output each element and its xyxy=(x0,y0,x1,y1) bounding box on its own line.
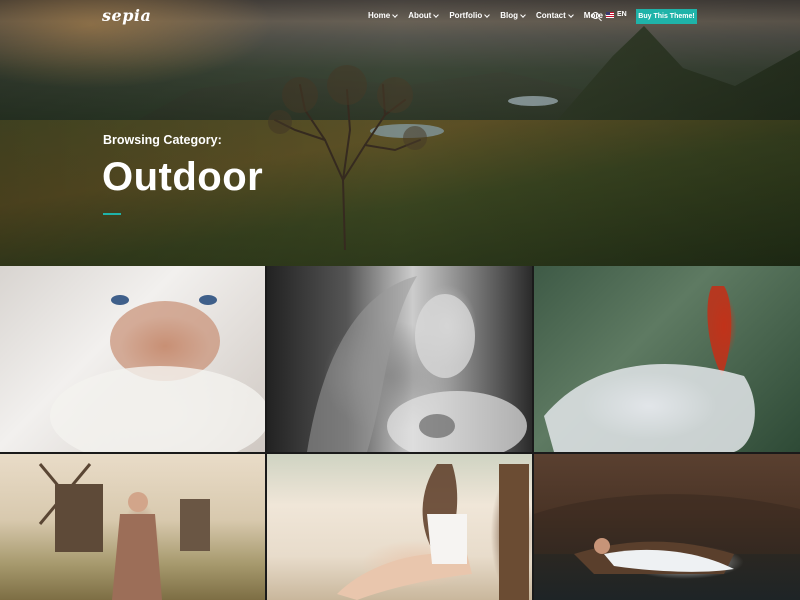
nav-item-contact[interactable]: Contact xyxy=(536,11,574,20)
portfolio-item-red-hair[interactable] xyxy=(534,266,800,452)
portrait-photo xyxy=(307,276,527,452)
portrait-photo xyxy=(50,295,265,452)
nav-item-home[interactable]: Home xyxy=(368,11,399,20)
title-accent-divider xyxy=(103,213,121,215)
nav-item-label: About xyxy=(408,11,432,20)
nav-item-label: Blog xyxy=(500,11,519,20)
language-label: EN xyxy=(617,11,627,18)
category-subtitle: Browsing Category: xyxy=(103,133,222,147)
portrait-photo xyxy=(38,463,210,600)
portfolio-item-water[interactable] xyxy=(534,454,800,600)
portfolio-item-old-man[interactable] xyxy=(0,266,265,452)
chevron-down-icon xyxy=(433,11,440,18)
language-switcher[interactable]: EN xyxy=(606,11,627,18)
portrait-photo xyxy=(544,286,755,452)
nav-item-label: Contact xyxy=(536,11,566,20)
nav-item-label: Home xyxy=(368,11,391,20)
main-nav: Home About Portfolio Blog Contact More xyxy=(368,11,621,20)
portrait-photo xyxy=(337,464,529,600)
portfolio-item-windmill[interactable] xyxy=(0,454,265,600)
hero-banner: sepia Home About Portfolio Blog Contact … xyxy=(0,0,800,266)
portfolio-grid xyxy=(0,266,800,600)
chevron-down-icon xyxy=(567,11,574,18)
nav-item-label: Portfolio xyxy=(449,11,483,20)
search-icon[interactable] xyxy=(592,12,599,19)
nav-item-blog[interactable]: Blog xyxy=(500,11,526,20)
site-logo[interactable]: sepia xyxy=(102,6,151,25)
site-header: sepia Home About Portfolio Blog Contact … xyxy=(0,0,800,34)
flag-us-icon xyxy=(606,11,614,18)
portfolio-item-beach[interactable] xyxy=(267,454,532,600)
page-title: Outdoor xyxy=(102,155,264,199)
chevron-down-icon xyxy=(520,11,526,18)
portrait-photo xyxy=(534,494,800,574)
buy-theme-button[interactable]: Buy This Theme! xyxy=(636,9,697,24)
chevron-down-icon xyxy=(484,11,491,18)
portfolio-item-bw-portrait[interactable] xyxy=(267,266,532,452)
nav-item-portfolio[interactable]: Portfolio xyxy=(449,11,491,20)
chevron-down-icon xyxy=(392,11,399,18)
nav-item-about[interactable]: About xyxy=(408,11,440,20)
